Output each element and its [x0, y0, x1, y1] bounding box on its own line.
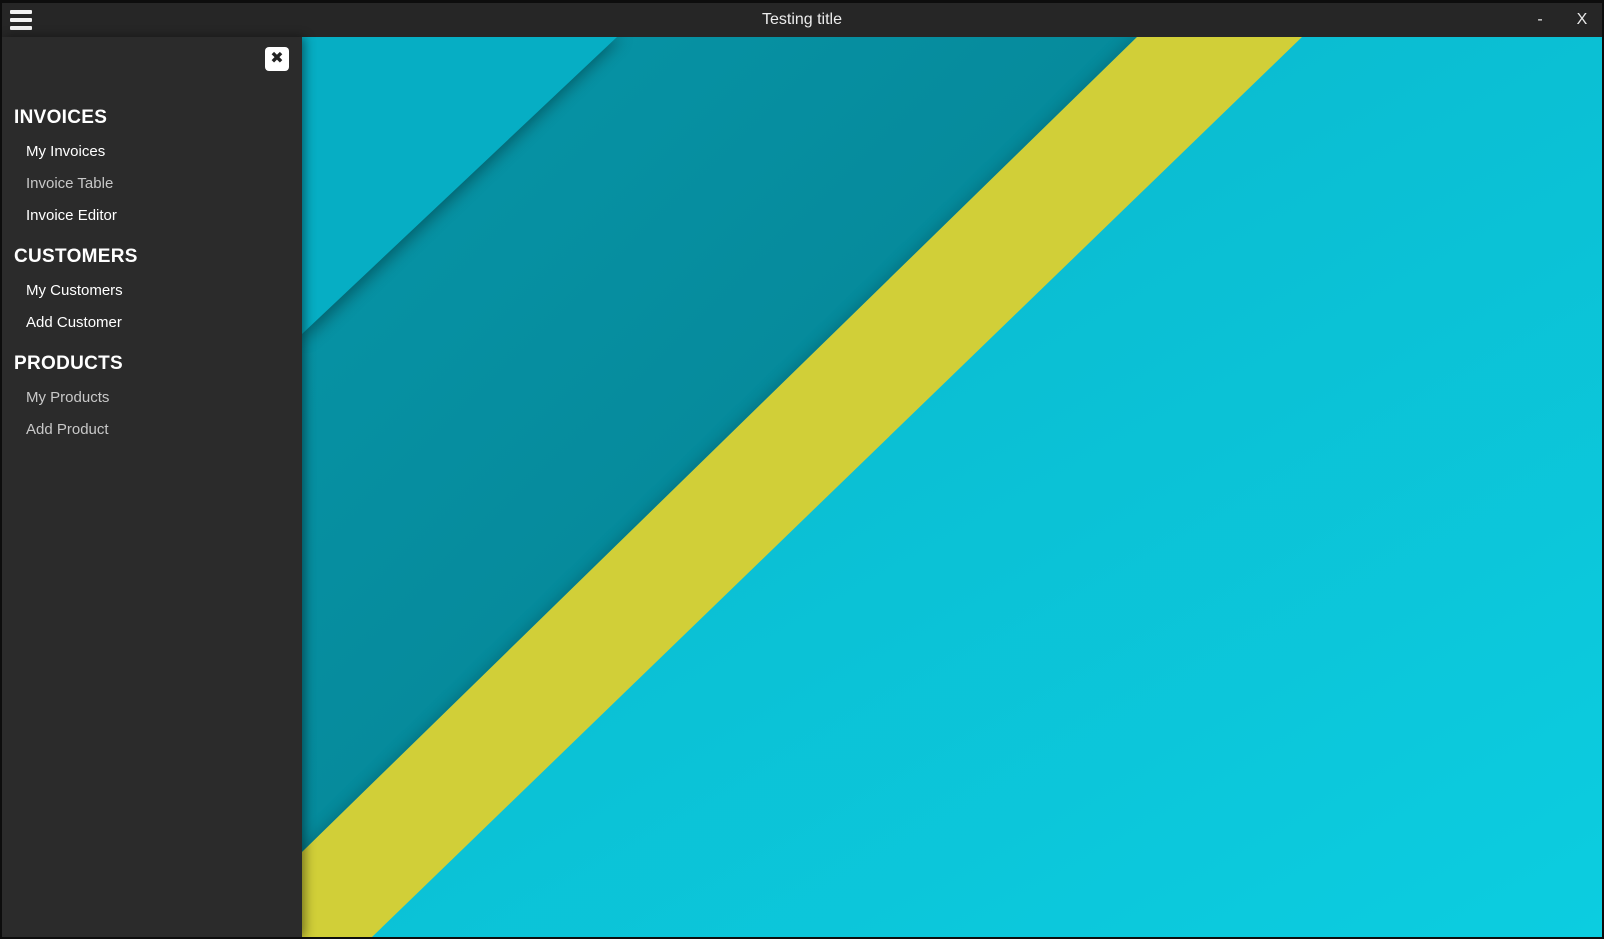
menu-item-invoice-table[interactable]: Invoice Table — [26, 175, 113, 192]
section-header-customers: CUSTOMERS — [14, 246, 138, 267]
navigation-drawer: ✖ INVOICES My Invoices Invoice Table Inv… — [2, 37, 302, 937]
menu-item-add-customer[interactable]: Add Customer — [26, 314, 122, 331]
menu-item-my-products[interactable]: My Products — [26, 389, 109, 406]
menu-item-my-customers[interactable]: My Customers — [26, 282, 123, 299]
menu-item-add-product[interactable]: Add Product — [26, 421, 109, 438]
section-header-invoices: INVOICES — [14, 107, 108, 128]
menu-item-my-invoices[interactable]: My Invoices — [26, 143, 105, 160]
title-bar: Testing title - X — [2, 3, 1602, 37]
app-window: Testing title - X ✖ INVOICES My Invoices… — [2, 3, 1602, 937]
close-icon[interactable]: ✖ — [265, 47, 289, 71]
minimize-button[interactable]: - — [1522, 3, 1558, 37]
section-header-products: PRODUCTS — [14, 353, 124, 374]
window-title: Testing title — [761, 11, 843, 28]
hamburger-icon[interactable] — [10, 10, 32, 30]
close-window-button[interactable]: X — [1564, 3, 1600, 37]
menu-item-invoice-editor[interactable]: Invoice Editor — [26, 207, 117, 224]
